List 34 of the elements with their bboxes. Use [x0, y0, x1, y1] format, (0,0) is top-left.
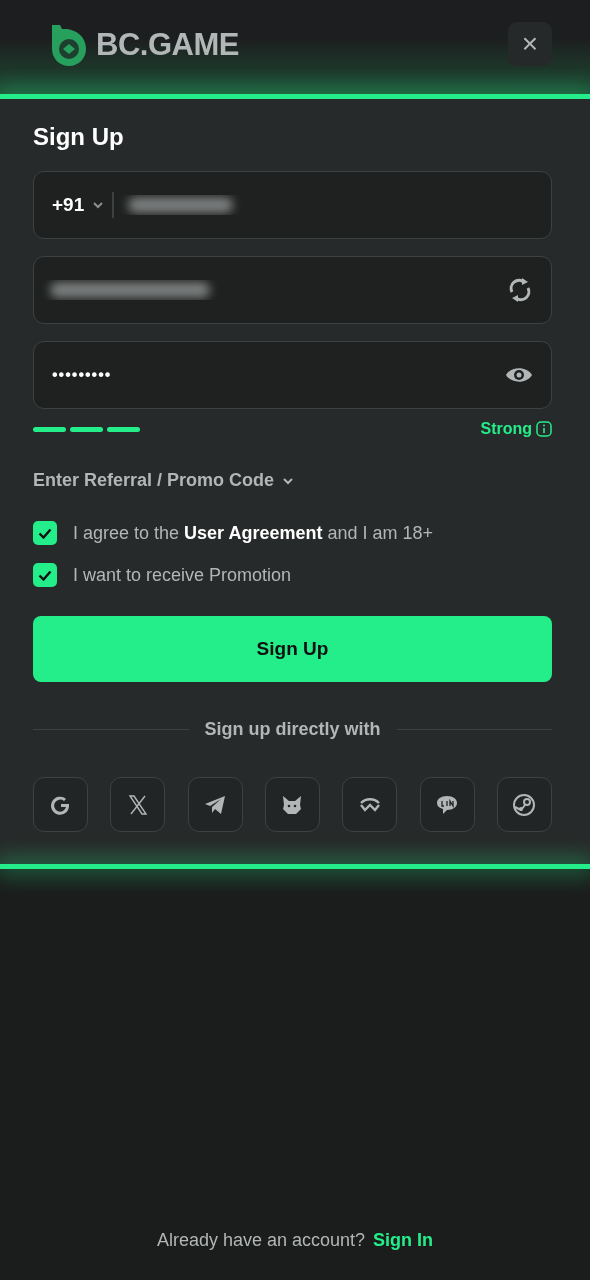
- info-icon[interactable]: [536, 421, 552, 437]
- check-icon: [38, 527, 52, 539]
- chevron-icon[interactable]: [282, 476, 295, 485]
- close-button[interactable]: ×: [508, 22, 552, 66]
- social-login-button[interactable]: [33, 777, 88, 832]
- social-login-button[interactable]: [187, 777, 243, 832]
- logo-icon: [50, 23, 88, 68]
- country-code[interactable]: +91: [52, 190, 85, 220]
- password-value: •••••••••: [52, 365, 112, 385]
- refresh-icon[interactable]: [507, 277, 533, 303]
- checkbox[interactable]: [33, 563, 57, 587]
- strength-label: Strong: [480, 419, 532, 439]
- sign-in-link[interactable]: Sign In: [373, 1227, 434, 1254]
- steam-icon: [512, 792, 537, 817]
- checkbox-label[interactable]: I want to receive Promotion: [73, 561, 292, 589]
- checkbox-label[interactable]: I agree to the User Agreement and I am 18+: [73, 519, 434, 547]
- social-login-button[interactable]: [265, 777, 320, 832]
- checkbox[interactable]: [33, 521, 57, 545]
- chevron-icon[interactable]: [92, 201, 105, 209]
- logo-text: BC.GAME: [96, 26, 239, 64]
- social-login-button[interactable]: [342, 777, 398, 832]
- username-field[interactable]: [33, 256, 552, 324]
- eye-icon[interactable]: [505, 366, 533, 384]
- phone-field[interactable]: +91: [33, 171, 552, 239]
- check-icon: [38, 569, 52, 581]
- password-field[interactable]: •••••••••: [33, 341, 552, 409]
- divider-text: Sign up directly with: [204, 718, 381, 741]
- sign-up-button[interactable]: Sign Up: [33, 616, 552, 682]
- social-login-button[interactable]: [110, 777, 166, 832]
- form-title: Sign Up: [33, 122, 125, 152]
- social-login-button[interactable]: [496, 777, 552, 832]
- social-login-button[interactable]: [419, 777, 475, 832]
- footer-text: Already have an account?: [156, 1229, 366, 1252]
- referral-toggle[interactable]: Enter Referral / Promo Code: [33, 467, 275, 494]
